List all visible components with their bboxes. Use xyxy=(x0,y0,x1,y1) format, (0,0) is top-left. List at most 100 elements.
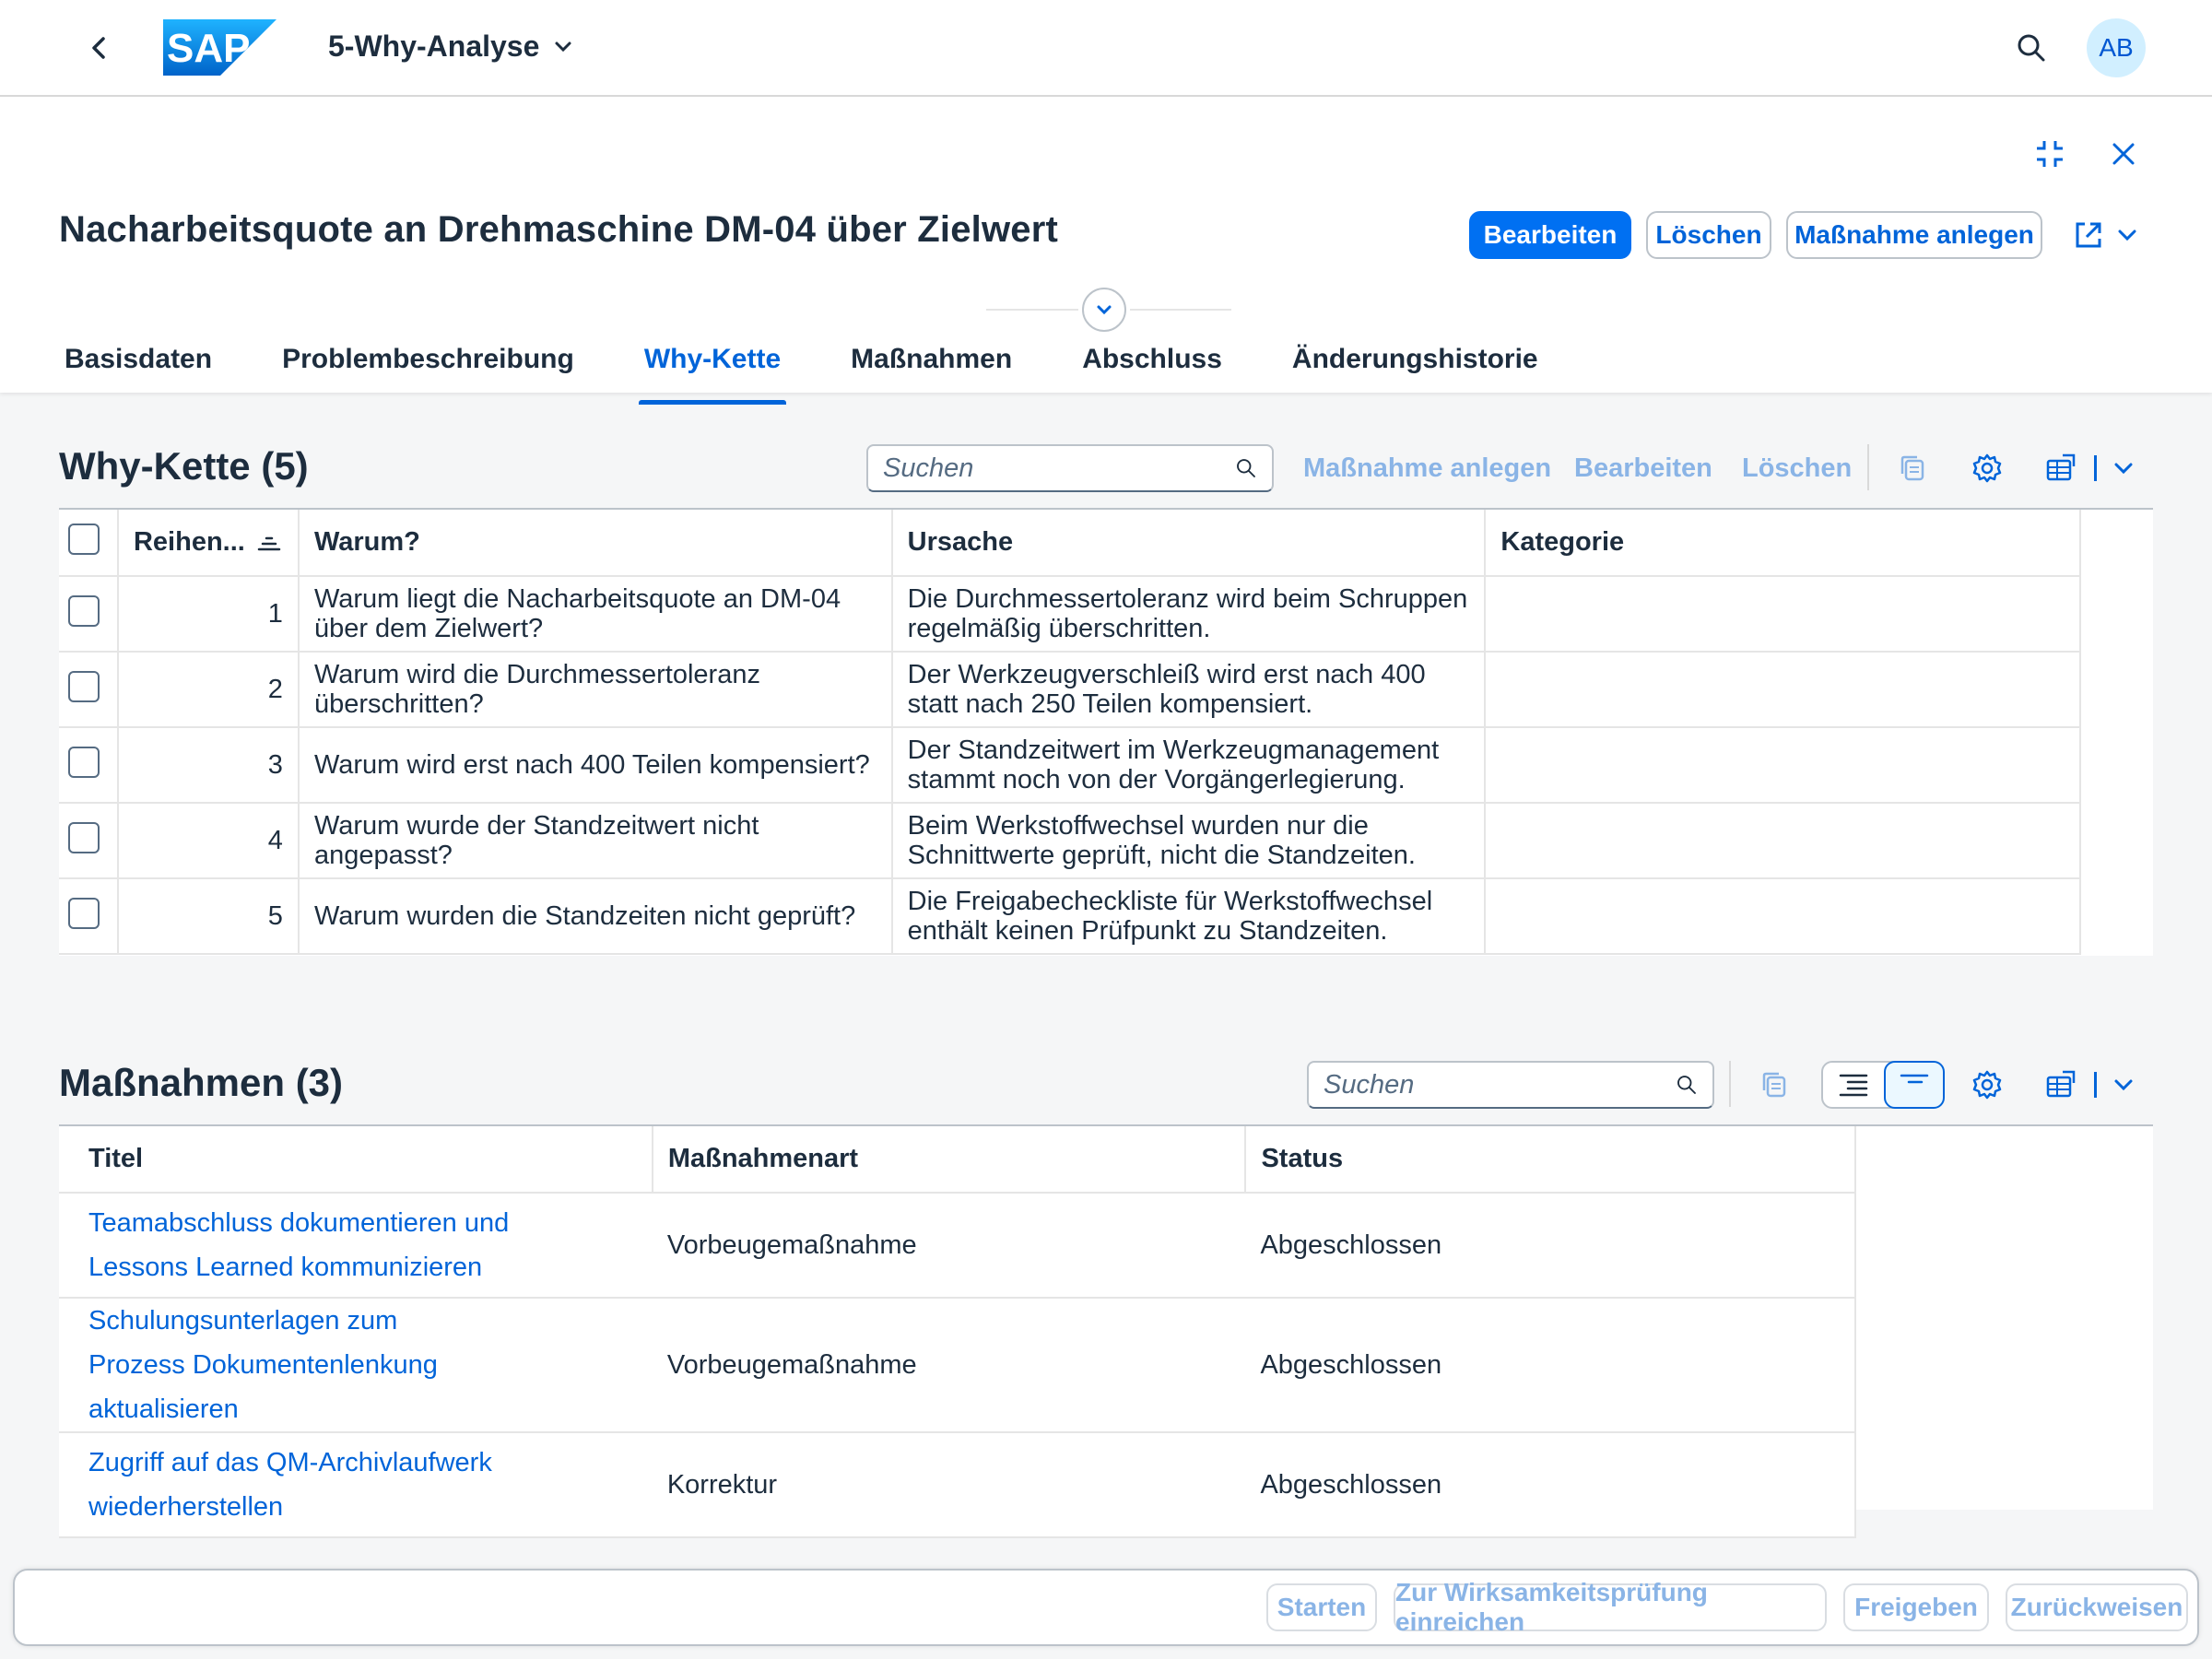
shell-search-button[interactable] xyxy=(2013,29,2050,66)
column-header-title[interactable]: Titel xyxy=(59,1126,653,1194)
toolbar-separator xyxy=(2094,455,2097,481)
create-action-button[interactable]: Maßnahme anlegen xyxy=(1786,211,2042,259)
expand-view-button[interactable] xyxy=(1823,1063,1884,1107)
copy-icon xyxy=(1900,455,1924,481)
measures-search[interactable] xyxy=(1307,1061,1714,1109)
tab-bar: Basisdaten Problembeschreibung Why-Kette… xyxy=(59,338,1603,405)
why-chain-search[interactable] xyxy=(866,444,1274,492)
view-toggle-group xyxy=(1821,1061,1945,1109)
chevron-down-icon xyxy=(2118,229,2136,241)
measures-table: Titel Maßnahmenart Status Teamabschluss … xyxy=(59,1126,1856,1538)
avatar[interactable]: AB xyxy=(2087,18,2146,77)
measure-link[interactable]: Teamabschluss dokumentieren und Lessons … xyxy=(88,1208,509,1282)
measure-link[interactable]: Schulungsunterlagen zum Prozess Dokument… xyxy=(88,1306,438,1424)
tab-massnahmen[interactable]: Maßnahmen xyxy=(845,338,1018,393)
table-row[interactable]: Schulungsunterlagen zum Prozess Dokument… xyxy=(59,1298,1856,1433)
why-copy-button[interactable] xyxy=(1893,448,1934,488)
cell-title: Schulungsunterlagen zum Prozess Dokument… xyxy=(59,1298,653,1433)
footer-toolbar: Starten Zur Wirksamkeitsprüfung einreich… xyxy=(13,1569,2199,1646)
table-row[interactable]: Teamabschluss dokumentieren und Lessons … xyxy=(59,1193,1856,1299)
cell-why: Warum wird die Durchmessertoleranz übers… xyxy=(298,652,893,728)
cell-order: 1 xyxy=(117,576,300,653)
column-header-cause[interactable]: Ursache xyxy=(891,510,1487,577)
exit-fullscreen-button[interactable] xyxy=(2030,134,2070,174)
why-export-button[interactable] xyxy=(2041,448,2081,488)
measures-export-button[interactable] xyxy=(2041,1065,2081,1105)
sap-logo[interactable]: SAP xyxy=(163,19,276,76)
why-delete-button[interactable]: Löschen xyxy=(1742,453,1852,484)
cell-cause: Der Standzeitwert im Werkzeugmanagement … xyxy=(891,727,1487,804)
select-all-checkbox[interactable] xyxy=(68,523,100,555)
table-row[interactable]: 4 Warum wurde der Standzeitwert nicht an… xyxy=(59,803,2081,879)
row-checkbox[interactable] xyxy=(68,897,100,929)
cell-why: Warum wurden die Standzeiten nicht geprü… xyxy=(298,878,893,955)
svg-text:SAP: SAP xyxy=(167,26,250,71)
column-header-category[interactable]: Kategorie xyxy=(1485,510,2081,577)
submit-effectiveness-button[interactable]: Zur Wirksamkeitsprüfung einreichen xyxy=(1394,1578,1827,1636)
column-header-order[interactable]: Reihen... xyxy=(117,510,300,577)
tab-why-kette[interactable]: Why-Kette xyxy=(638,338,787,405)
app-title-menu[interactable]: 5-Why-Analyse xyxy=(328,29,574,64)
reject-button[interactable]: Zurückweisen xyxy=(2006,1583,2188,1631)
column-header-type[interactable]: Maßnahmenart xyxy=(652,1126,1247,1194)
close-icon xyxy=(2112,143,2135,165)
table-row[interactable]: 3 Warum wird erst nach 400 Teilen kompen… xyxy=(59,727,2081,804)
cell-category xyxy=(1485,878,2081,955)
search-icon xyxy=(2018,34,2045,62)
release-button[interactable]: Freigeben xyxy=(1843,1583,1989,1631)
toolbar-separator xyxy=(1867,444,1869,490)
table-row[interactable]: 5 Warum wurden die Standzeiten nicht gep… xyxy=(59,878,2081,955)
cell-status: Abgeschlossen xyxy=(1245,1298,1856,1433)
object-header: Nacharbeitsquote an Drehmaschine DM-04 ü… xyxy=(0,97,2212,405)
table-row[interactable]: 1 Warum liegt die Nacharbeitsquote an DM… xyxy=(59,576,2081,653)
back-button[interactable] xyxy=(81,29,118,66)
cell-title: Teamabschluss dokumentieren und Lessons … xyxy=(59,1193,653,1299)
why-chain-title: Why-Kette (5) xyxy=(59,444,309,488)
share-menu-button[interactable] xyxy=(2107,215,2147,255)
chevron-down-icon xyxy=(2114,1079,2133,1091)
tab-aenderungshistorie[interactable]: Änderungshistorie xyxy=(1287,338,1544,393)
share-button[interactable] xyxy=(2068,215,2109,255)
app-title: 5-Why-Analyse xyxy=(328,29,540,63)
cell-order: 5 xyxy=(117,878,300,955)
row-select-cell xyxy=(59,576,119,653)
row-checkbox[interactable] xyxy=(68,670,100,702)
chevron-down-icon xyxy=(555,41,571,52)
delete-button[interactable]: Löschen xyxy=(1646,211,1771,259)
row-checkbox[interactable] xyxy=(68,594,100,627)
cell-type: Vorbeugemaßnahme xyxy=(652,1193,1246,1299)
collapse-header-button[interactable] xyxy=(1082,288,1126,332)
tab-problembeschreibung[interactable]: Problembeschreibung xyxy=(276,338,580,393)
cell-type: Korrektur xyxy=(652,1432,1246,1538)
tab-abschluss[interactable]: Abschluss xyxy=(1077,338,1228,393)
table-row[interactable]: 2 Warum wird die Durchmessertoleranz übe… xyxy=(59,652,2081,728)
collapse-view-button[interactable] xyxy=(1884,1061,1945,1109)
column-header-status[interactable]: Status xyxy=(1245,1126,1856,1194)
close-button[interactable] xyxy=(2103,134,2144,174)
chevron-left-icon xyxy=(92,37,105,59)
row-checkbox[interactable] xyxy=(68,821,100,853)
why-create-action-button[interactable]: Maßnahme anlegen xyxy=(1303,453,1551,484)
why-chain-search-input[interactable] xyxy=(883,453,1235,484)
measures-copy-button[interactable] xyxy=(1755,1065,1795,1105)
cell-category xyxy=(1485,576,2081,653)
measures-export-menu-button[interactable] xyxy=(2103,1065,2144,1105)
table-row[interactable]: Zugriff auf das QM-Archivlaufwerk wieder… xyxy=(59,1432,1856,1538)
column-header-why[interactable]: Warum? xyxy=(298,510,893,577)
why-edit-button[interactable]: Bearbeiten xyxy=(1574,453,1712,484)
start-button[interactable]: Starten xyxy=(1266,1583,1377,1631)
measure-link[interactable]: Zugriff auf das QM-Archivlaufwerk wieder… xyxy=(88,1448,492,1522)
shell-bar: SAP 5-Why-Analyse AB xyxy=(0,0,2212,97)
why-settings-button[interactable] xyxy=(1967,448,2007,488)
cell-category xyxy=(1485,652,2081,728)
edit-button[interactable]: Bearbeiten xyxy=(1469,211,1631,259)
tab-basisdaten[interactable]: Basisdaten xyxy=(59,338,218,393)
row-checkbox[interactable] xyxy=(68,746,100,778)
chevron-down-icon xyxy=(1097,305,1112,315)
measures-search-input[interactable] xyxy=(1324,1069,1676,1100)
toolbar-separator xyxy=(2094,1072,2097,1098)
why-export-menu-button[interactable] xyxy=(2103,448,2144,488)
measures-settings-button[interactable] xyxy=(1967,1065,2007,1105)
cell-cause: Die Freigabecheckliste für Werkstoffwech… xyxy=(891,878,1487,955)
select-all-cell xyxy=(59,510,119,577)
